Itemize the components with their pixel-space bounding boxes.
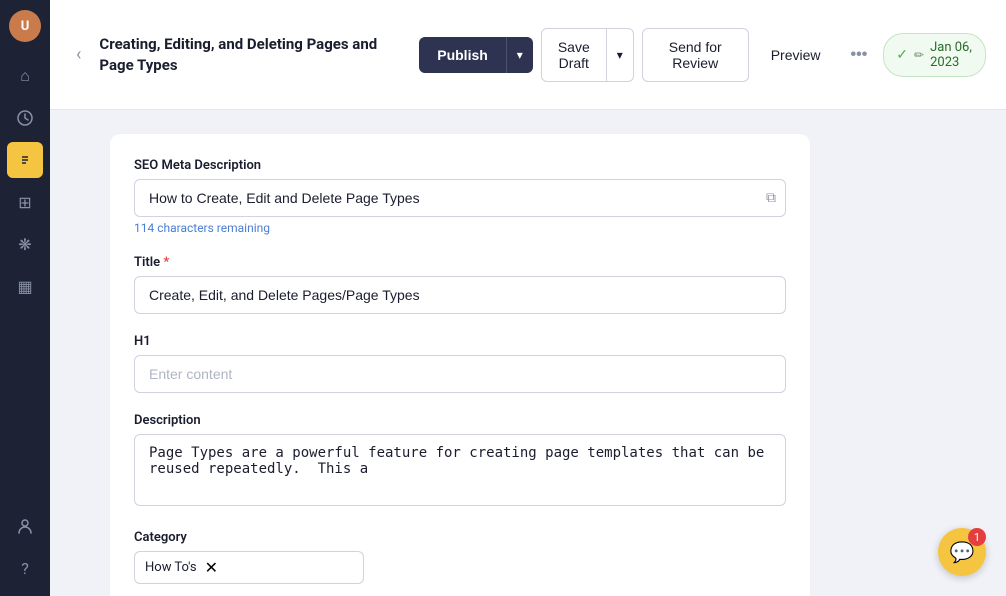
seo-field-group: SEO Meta Description ⧉ 114 characters re… — [134, 158, 786, 235]
check-icon: ✓ — [896, 47, 908, 63]
status-badge: ✓ ✏ Jan 06, 2023 — [883, 33, 986, 77]
send-review-button[interactable]: Send for Review — [642, 28, 749, 82]
sidebar: U ⌂ ⊞ ❋ ▦ ? — [0, 0, 50, 596]
h1-label: H1 — [134, 334, 786, 349]
header: ‹ Creating, Editing, and Deleting Pages … — [50, 0, 1006, 110]
publish-button-group: Publish ▾ — [419, 37, 533, 73]
title-field-group: Title * — [134, 255, 786, 314]
title-label: Title * — [134, 255, 786, 270]
save-draft-caret-button[interactable]: ▾ — [607, 28, 634, 82]
copy-icon: ⧉ — [766, 190, 776, 206]
publish-button[interactable]: Publish — [419, 37, 506, 73]
main-area: ‹ Creating, Editing, and Deleting Pages … — [50, 0, 1006, 596]
chat-bubble[interactable]: 💬 1 — [938, 528, 986, 576]
category-tag: How To's — [145, 560, 197, 575]
save-draft-button[interactable]: Save Draft — [541, 28, 607, 82]
status-date: Jan 06, 2023 — [930, 40, 973, 70]
seo-input-wrapper: ⧉ — [134, 179, 786, 217]
category-wrapper: How To's ✕ — [134, 551, 364, 584]
form-section: SEO Meta Description ⧉ 114 characters re… — [110, 134, 810, 596]
h1-field-group: H1 — [134, 334, 786, 393]
edit-icon: ✏ — [914, 48, 924, 62]
content-area: SEO Meta Description ⧉ 114 characters re… — [50, 110, 1006, 596]
category-label: Category — [134, 530, 786, 545]
category-remove-icon[interactable]: ✕ — [205, 558, 218, 577]
sidebar-item-analytics[interactable] — [7, 100, 43, 136]
description-label: Description — [134, 413, 786, 428]
preview-button[interactable]: Preview — [757, 37, 835, 73]
description-input[interactable]: Page Types are a powerful feature for cr… — [134, 434, 786, 506]
sidebar-item-pages[interactable] — [7, 142, 43, 178]
description-field-group: Description Page Types are a powerful fe… — [134, 413, 786, 510]
seo-input[interactable] — [134, 179, 786, 217]
title-input[interactable] — [134, 276, 786, 314]
header-actions: Publish ▾ Save Draft ▾ Send for Review P… — [419, 28, 986, 82]
seo-chars-remaining: 114 characters remaining — [134, 221, 786, 235]
chat-badge: 1 — [968, 528, 986, 546]
sidebar-item-home[interactable]: ⌂ — [7, 58, 43, 94]
more-options-button[interactable]: ••• — [842, 36, 875, 74]
required-indicator: * — [163, 255, 169, 270]
category-field-group: Category How To's ✕ — [134, 530, 786, 584]
publish-caret-button[interactable]: ▾ — [506, 37, 533, 73]
sidebar-item-users[interactable] — [7, 508, 43, 544]
avatar[interactable]: U — [9, 10, 41, 42]
save-draft-button-group: Save Draft ▾ — [541, 28, 634, 82]
back-button[interactable]: ‹ — [70, 38, 87, 71]
sidebar-item-table[interactable]: ⊞ — [7, 184, 43, 220]
seo-label: SEO Meta Description — [134, 158, 786, 173]
page-title: Creating, Editing, and Deleting Pages an… — [99, 34, 407, 76]
h1-input[interactable] — [134, 355, 786, 393]
sidebar-item-help[interactable]: ? — [7, 550, 43, 586]
sidebar-item-components[interactable]: ❋ — [7, 226, 43, 262]
sidebar-item-media[interactable]: ▦ — [7, 268, 43, 304]
category-value: How To's — [145, 560, 197, 575]
